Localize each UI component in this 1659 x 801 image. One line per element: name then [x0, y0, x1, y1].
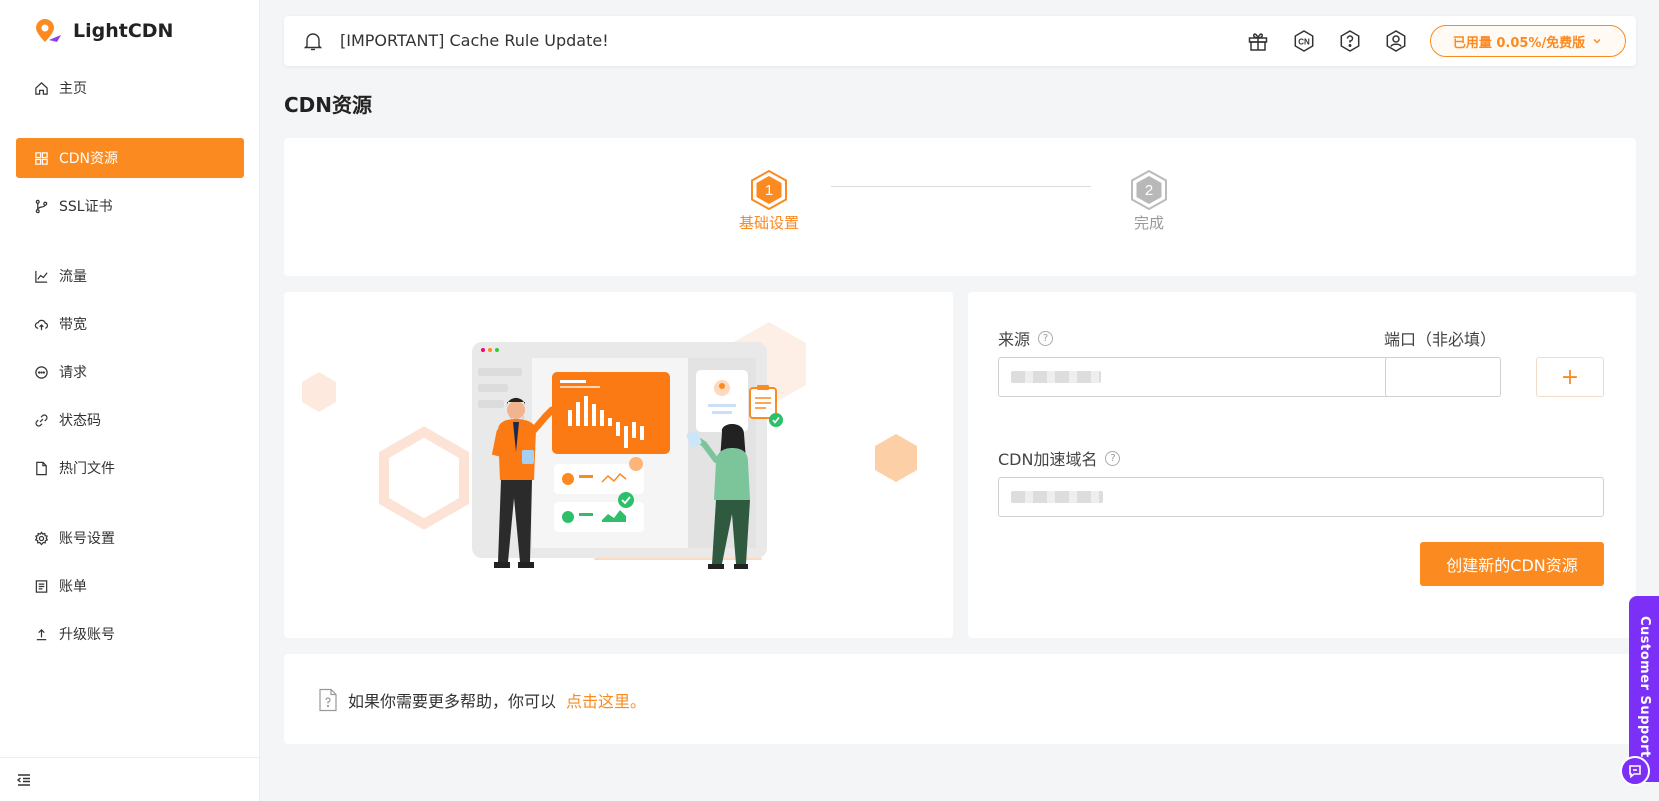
step-1-label: 基础设置	[738, 214, 799, 232]
help-row: 如果你需要更多帮助，你可以 点击这里。	[318, 688, 646, 712]
gear-icon	[34, 530, 49, 546]
customer-support-label: Customer Support	[1637, 616, 1652, 758]
step-2-badge: 2	[1131, 170, 1167, 210]
question-icon[interactable]: ?	[1038, 330, 1054, 346]
question-icon[interactable]: ?	[1105, 450, 1121, 466]
sidebar-item-label: 主页	[59, 81, 87, 97]
step-1-number: 1	[765, 182, 773, 199]
sidebar: LightCDN 主页 CDN资源 SSL证书 流量 带宽 请求 状态码 热门文…	[0, 0, 260, 801]
sidebar-item-status-codes[interactable]: 状态码	[16, 400, 244, 440]
cdn-form-card: 来源 ? 端口（非必填） + CDN加速域名 ? 创建新的CDN资源	[968, 292, 1636, 638]
file-icon	[36, 461, 47, 475]
steps-card: 1 基础设置 2 完成	[284, 138, 1636, 276]
step-2-label: 完成	[1133, 214, 1164, 232]
sidebar-item-requests[interactable]: 请求	[16, 352, 244, 392]
step-2-number: 2	[1145, 182, 1153, 199]
sidebar-item-label: 升级账号	[59, 627, 115, 643]
collapse-menu-icon[interactable]	[16, 772, 32, 788]
page-title: CDN资源	[284, 93, 373, 117]
sidebar-item-label: 状态码	[59, 413, 101, 429]
sidebar-item-account-settings[interactable]: 账号设置	[16, 518, 244, 558]
sidebar-item-label: 流量	[59, 269, 87, 285]
origin-label: 来源 ?	[998, 326, 1054, 350]
cloud-upload-icon	[34, 319, 48, 330]
bell-icon[interactable]	[304, 31, 322, 51]
add-origin-button[interactable]: +	[1536, 357, 1604, 397]
sidebar-item-label: 账号设置	[59, 531, 115, 547]
origin-input[interactable]	[998, 357, 1396, 397]
sidebar-footer	[0, 757, 260, 801]
sidebar-item-bandwidth[interactable]: 带宽	[16, 304, 244, 344]
home-icon	[35, 81, 48, 95]
chat-icon	[35, 365, 48, 379]
sidebar-item-traffic[interactable]: 流量	[16, 256, 244, 296]
customer-support-tab[interactable]: Customer Support	[1629, 596, 1659, 782]
language-icon[interactable]: CN	[1292, 29, 1316, 53]
upload-icon	[36, 628, 47, 640]
port-label-text: 端口（非必填）	[1384, 330, 1497, 349]
branch-icon	[35, 199, 48, 213]
language-badge-text: CN	[1298, 38, 1310, 47]
sidebar-item-label: 账单	[59, 579, 87, 595]
link-icon	[35, 413, 48, 427]
port-label: 端口（非必填）	[1384, 326, 1496, 350]
logo[interactable]: LightCDN	[33, 18, 173, 44]
document-help-icon	[319, 688, 337, 712]
sidebar-item-ssl[interactable]: SSL证书	[16, 186, 244, 226]
domain-label: CDN加速域名 ?	[998, 446, 1121, 470]
create-cdn-resource-button[interactable]: 创建新的CDN资源	[1420, 542, 1604, 586]
cdn-domain-input[interactable]	[998, 477, 1604, 517]
sidebar-item-label: 热门文件	[59, 461, 115, 477]
sidebar-item-label: 请求	[59, 365, 87, 381]
sidebar-item-billing[interactable]: 账单	[16, 566, 244, 606]
sidebar-item-home[interactable]: 主页	[16, 68, 244, 108]
port-input[interactable]	[1385, 357, 1501, 397]
sidebar-item-label: 带宽	[59, 317, 87, 333]
top-bar: [IMPORTANT] Cache Rule Update! CN 已用量 0.…	[284, 16, 1636, 66]
redacted-value	[1011, 371, 1101, 383]
origin-label-text: 来源	[998, 330, 1031, 349]
sidebar-item-cdn-resources[interactable]: CDN资源	[16, 138, 244, 178]
logo-icon	[36, 19, 61, 42]
help-link[interactable]: 点击这里。	[566, 688, 646, 712]
dashboard-illustration	[302, 322, 917, 569]
redacted-value	[1011, 491, 1103, 503]
usage-plan-dropdown[interactable]: 已用量 0.05%/免费版	[1430, 25, 1626, 57]
line-chart-icon	[35, 270, 48, 283]
bill-icon	[35, 579, 48, 593]
sidebar-item-upgrade[interactable]: 升级账号	[16, 614, 244, 654]
help-text: 如果你需要更多帮助，你可以	[348, 692, 557, 711]
illustration-card	[284, 292, 953, 638]
announcement-text[interactable]: [IMPORTANT] Cache Rule Update!	[340, 31, 609, 50]
chat-bubble-icon[interactable]	[1620, 756, 1650, 786]
sidebar-item-label: CDN资源	[59, 151, 119, 167]
help-icon[interactable]	[1338, 29, 1362, 53]
step-2: 2 完成	[1104, 170, 1194, 233]
sidebar-item-popular-files[interactable]: 热门文件	[16, 448, 244, 488]
step-1: 1 基础设置	[724, 170, 814, 233]
usage-plan-label: 已用量 0.05%/免费版	[1452, 35, 1586, 51]
logo-text: LightCDN	[73, 20, 174, 42]
sidebar-item-label: SSL证书	[59, 199, 113, 215]
gift-icon[interactable]	[1246, 29, 1270, 53]
step-1-badge: 1	[751, 170, 787, 210]
help-card: 如果你需要更多帮助，你可以 点击这里。	[284, 654, 1636, 744]
step-connector	[831, 186, 1091, 187]
grid-icon	[35, 151, 48, 165]
domain-label-text: CDN加速域名	[998, 450, 1098, 469]
chevron-down-icon	[1593, 39, 1601, 44]
user-icon[interactable]	[1384, 29, 1408, 53]
